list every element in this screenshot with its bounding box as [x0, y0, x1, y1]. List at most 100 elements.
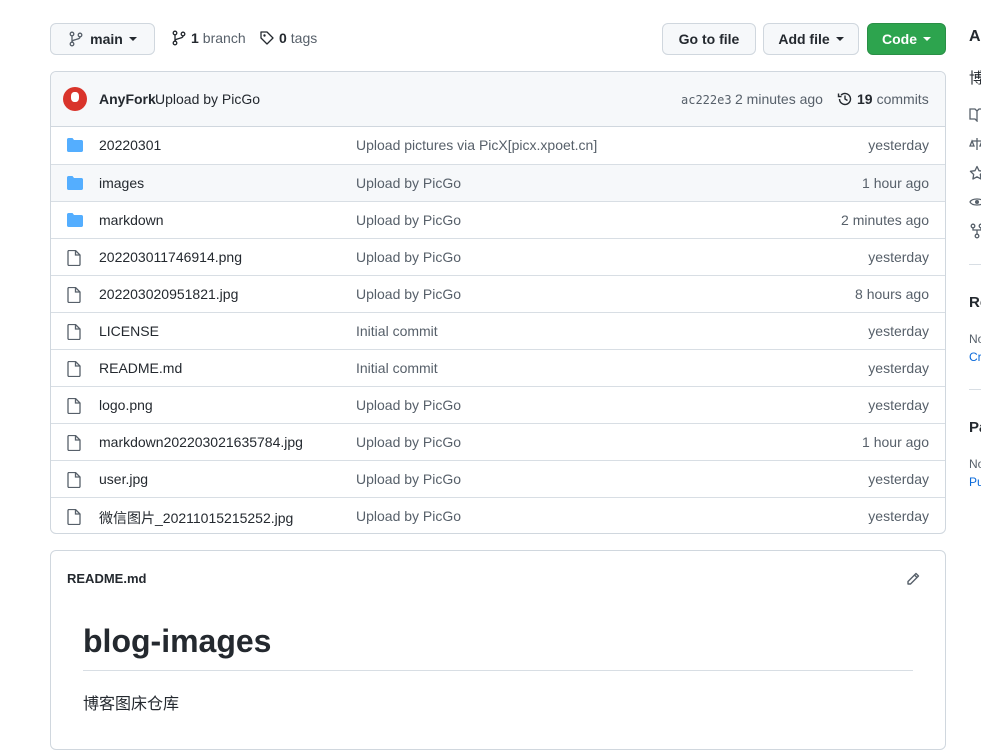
file-age: yesterday: [868, 137, 929, 153]
file-icon: [67, 398, 81, 414]
readme-heading: blog-images: [83, 623, 272, 659]
packages-heading[interactable]: Pa: [969, 419, 981, 436]
commit-author[interactable]: AnyFork: [99, 91, 156, 107]
file-row[interactable]: user.jpg Upload by PicGo yesterday: [51, 460, 945, 497]
file-icon: [67, 509, 81, 525]
releases-empty-text: No: [969, 332, 981, 346]
file-row[interactable]: 202203020951821.jpg Upload by PicGo 8 ho…: [51, 275, 945, 312]
file-row[interactable]: 202203011746914.png Upload by PicGo yest…: [51, 238, 945, 275]
go-to-file-button[interactable]: Go to file: [662, 23, 756, 55]
file-name[interactable]: 微信图片_20211015215252.jpg: [99, 508, 293, 528]
pencil-icon[interactable]: [905, 571, 921, 587]
file-row[interactable]: images Upload by PicGo 1 hour ago: [51, 164, 945, 201]
readme-icon[interactable]: [969, 108, 981, 122]
go-to-file-label: Go to file: [678, 31, 740, 47]
releases-heading[interactable]: Re: [969, 294, 981, 311]
file-name[interactable]: images: [99, 175, 144, 191]
file-age: yesterday: [868, 471, 929, 487]
heading-divider: [83, 670, 913, 671]
readme-panel: README.md blog-images 博客图床仓库: [50, 550, 946, 750]
file-commit-message[interactable]: Initial commit: [356, 323, 438, 339]
file-row[interactable]: 20220301 Upload pictures via PicX[picx.x…: [51, 127, 945, 164]
file-commit-message[interactable]: Upload by PicGo: [356, 249, 461, 265]
file-name[interactable]: logo.png: [99, 397, 153, 413]
file-name[interactable]: README.md: [99, 360, 182, 376]
file-commit-message[interactable]: Upload by PicGo: [356, 212, 461, 228]
tags-link[interactable]: 0 tags: [259, 30, 317, 46]
tags-label: tags: [290, 30, 318, 46]
readme-description: 博客图床仓库: [83, 696, 180, 713]
file-age: 8 hours ago: [855, 286, 929, 302]
branches-link[interactable]: 1 branch: [171, 30, 246, 46]
commits-label: commits: [876, 91, 929, 107]
chevron-down-icon: [835, 37, 844, 41]
file-name[interactable]: 202203020951821.jpg: [99, 286, 238, 302]
avatar[interactable]: [63, 87, 87, 111]
commit-time: 2 minutes ago: [735, 91, 823, 107]
file-name[interactable]: markdown202203021635784.jpg: [99, 434, 303, 450]
tags-count: 0: [279, 30, 287, 46]
create-release-link[interactable]: Cr: [969, 350, 981, 364]
commits-link[interactable]: 19 commits: [837, 91, 929, 107]
file-row[interactable]: README.md Initial commit yesterday: [51, 349, 945, 386]
file-commit-message[interactable]: Upload by PicGo: [356, 175, 461, 191]
file-age: yesterday: [868, 397, 929, 413]
file-name[interactable]: LICENSE: [99, 323, 159, 339]
file-icon: [67, 250, 81, 266]
chevron-down-icon: [128, 37, 137, 41]
branches-label: branch: [202, 30, 246, 46]
chevron-down-icon: [923, 37, 931, 41]
file-age: yesterday: [868, 508, 929, 524]
file-row[interactable]: logo.png Upload by PicGo yesterday: [51, 386, 945, 423]
eye-icon[interactable]: [969, 195, 981, 209]
file-commit-message[interactable]: Upload by PicGo: [356, 434, 461, 450]
code-button[interactable]: Code: [867, 23, 946, 55]
file-icon: [67, 287, 81, 303]
file-age: 1 hour ago: [862, 175, 929, 191]
publish-package-link[interactable]: Pu: [969, 475, 981, 489]
file-browser: AnyFork Upload by PicGo ac222e3 2 minute…: [50, 71, 946, 534]
branches-count: 1: [191, 30, 199, 46]
file-name[interactable]: markdown: [99, 212, 164, 228]
file-commit-message[interactable]: Upload pictures via PicX[picx.xpoet.cn]: [356, 137, 597, 153]
code-label: Code: [882, 31, 917, 47]
fork-icon[interactable]: [969, 223, 981, 239]
commit-sha[interactable]: ac222e3: [681, 93, 732, 107]
file-list: 20220301 Upload pictures via PicX[picx.x…: [51, 127, 945, 533]
file-icon: [67, 435, 81, 451]
file-commit-message[interactable]: Upload by PicGo: [356, 397, 461, 413]
tag-icon: [259, 30, 275, 46]
folder-icon: [67, 176, 83, 190]
git-branch-icon: [68, 31, 84, 47]
file-commit-message[interactable]: Upload by PicGo: [356, 471, 461, 487]
branch-name: main: [90, 31, 123, 47]
about-description: 博: [969, 70, 981, 87]
file-commit-message[interactable]: Upload by PicGo: [356, 286, 461, 302]
file-icon: [67, 361, 81, 377]
file-age: yesterday: [868, 360, 929, 376]
file-age: 1 hour ago: [862, 434, 929, 450]
file-row[interactable]: 微信图片_20211015215252.jpg Upload by PicGo …: [51, 497, 945, 533]
file-commit-message[interactable]: Upload by PicGo: [356, 508, 461, 524]
file-icon: [67, 472, 81, 488]
branch-select-button[interactable]: main: [50, 23, 155, 55]
file-row[interactable]: markdown202203021635784.jpg Upload by Pi…: [51, 423, 945, 460]
commit-message[interactable]: Upload by PicGo: [155, 91, 260, 107]
license-icon[interactable]: [969, 137, 981, 151]
file-row[interactable]: markdown Upload by PicGo 2 minutes ago: [51, 201, 945, 238]
file-age: yesterday: [868, 249, 929, 265]
file-icon: [67, 324, 81, 340]
folder-icon: [67, 138, 83, 152]
readme-filename[interactable]: README.md: [67, 571, 146, 586]
file-name[interactable]: 202203011746914.png: [99, 249, 242, 265]
file-name[interactable]: user.jpg: [99, 471, 148, 487]
star-icon[interactable]: [969, 165, 981, 181]
file-name[interactable]: 20220301: [99, 137, 161, 153]
add-file-button[interactable]: Add file: [763, 23, 859, 55]
file-commit-message[interactable]: Initial commit: [356, 360, 438, 376]
folder-icon: [67, 213, 83, 227]
sidebar-divider: [969, 389, 981, 390]
file-row[interactable]: LICENSE Initial commit yesterday: [51, 312, 945, 349]
latest-commit-bar: AnyFork Upload by PicGo ac222e3 2 minute…: [51, 72, 945, 127]
packages-empty-text: No: [969, 457, 981, 471]
